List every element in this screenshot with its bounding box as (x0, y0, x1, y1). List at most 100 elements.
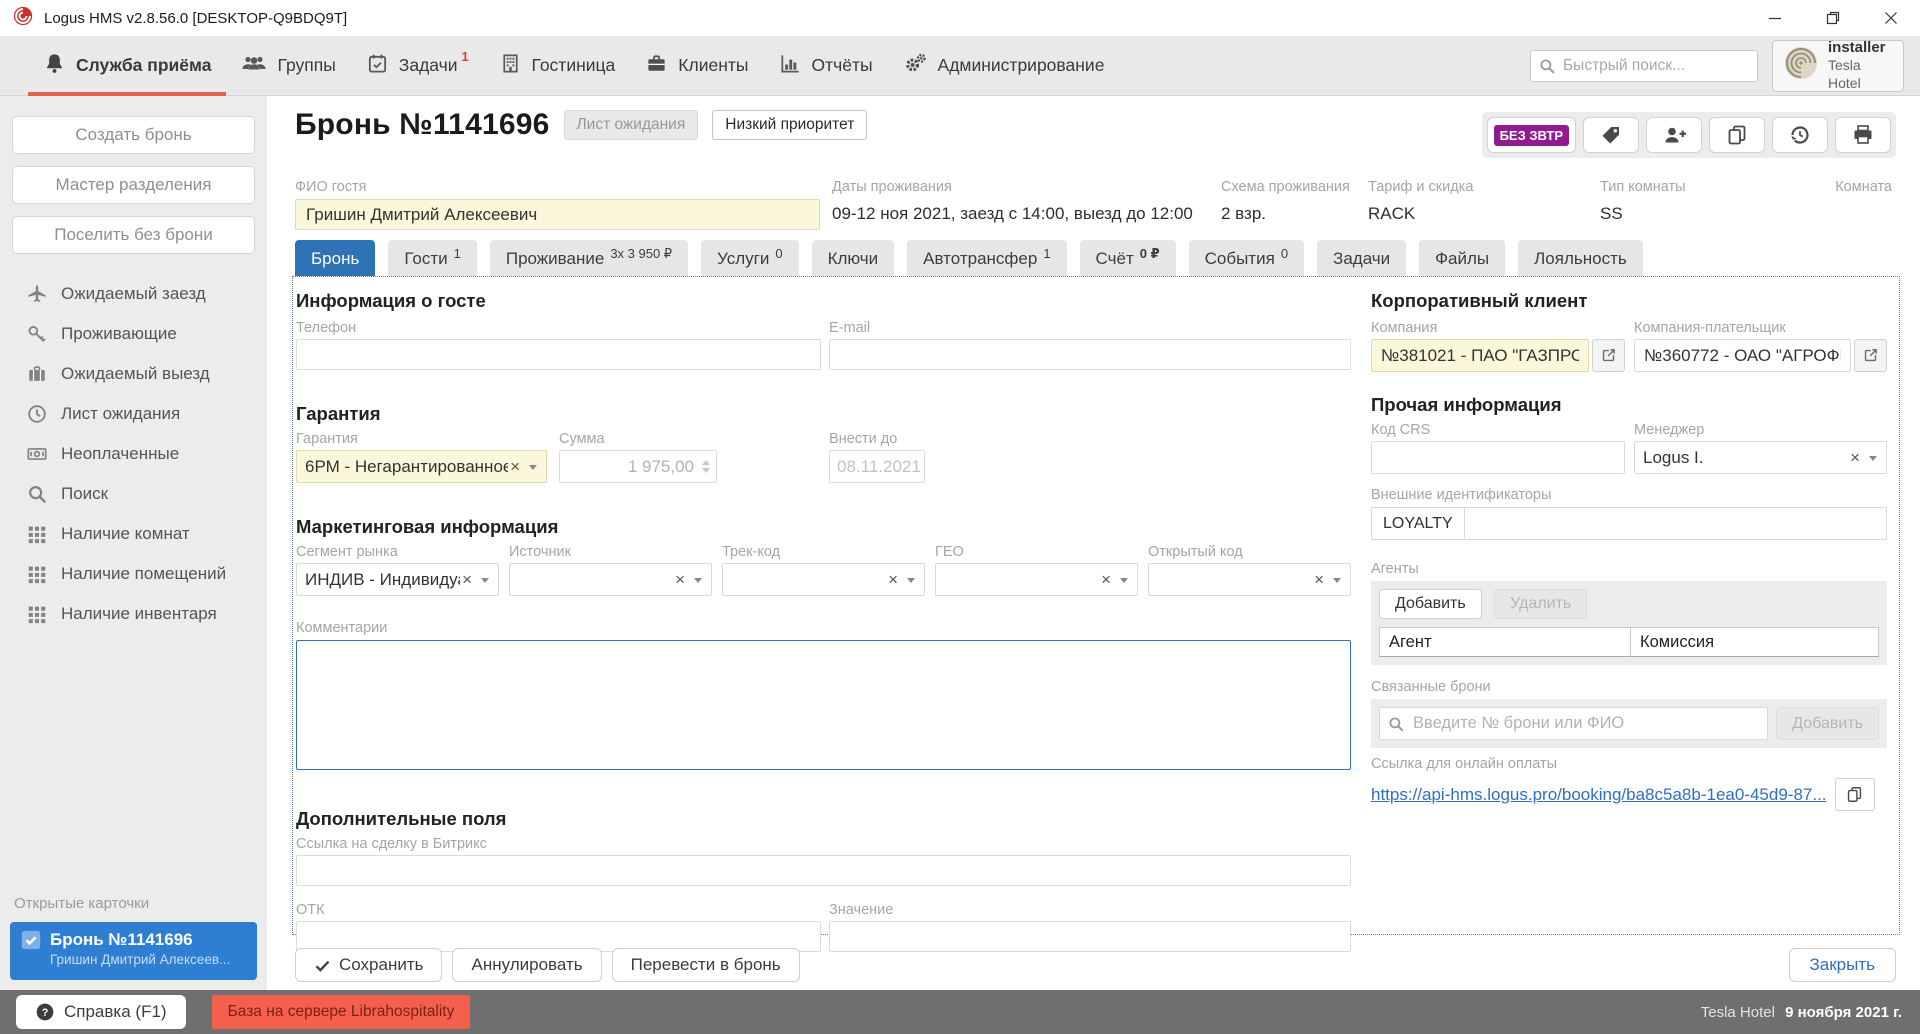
manager-label: Менеджер (1634, 422, 1887, 438)
nav-item-reports[interactable]: Отчёты (763, 36, 887, 96)
agents-col-commission: Комиссия (1630, 627, 1879, 657)
tab-services[interactable]: Услуги0 (701, 240, 799, 277)
close-icon[interactable] (1862, 0, 1920, 36)
add-guest-button[interactable] (1646, 117, 1702, 153)
nav-item-hotel[interactable]: Гостиница (484, 36, 631, 96)
nav-item-administration[interactable]: Администрирование (888, 36, 1120, 96)
sidebar-item-room-availability[interactable]: Наличие комнат (0, 514, 267, 554)
value-input[interactable] (829, 921, 1351, 952)
clear-icon[interactable]: × (460, 570, 474, 590)
open-code-select[interactable]: × (1148, 563, 1351, 596)
linked-add-button[interactable]: Добавить (1776, 707, 1879, 740)
action-bar: Сохранить Аннулировать Перевести в бронь (295, 948, 800, 982)
sidebar-item-waitlist[interactable]: Лист ожидания (0, 394, 267, 434)
agent-add-button[interactable]: Добавить (1379, 589, 1482, 619)
guest-name-input[interactable] (295, 199, 820, 230)
help-button[interactable]: ? Справка (F1) (16, 995, 186, 1029)
priority-badge[interactable]: Низкий приоритет (712, 110, 867, 140)
minimize-button[interactable] (1746, 0, 1804, 36)
nav-item-tasks[interactable]: Задачи 1 (351, 36, 484, 96)
open-payer-button[interactable] (1854, 339, 1887, 372)
external-ids-row: LOYALTY (1371, 507, 1887, 540)
bitrix-link-input[interactable] (296, 855, 1351, 886)
guarantee-type-select[interactable]: 6РМ - Негарантированное ( × (296, 450, 547, 483)
tab-events[interactable]: События0 (1189, 240, 1304, 277)
split-master-button[interactable]: Мастер разделения (12, 166, 255, 204)
database-server-button[interactable]: База на сервере Librahospitality (212, 995, 471, 1029)
stay-dates-label: Даты проживания (832, 179, 1193, 195)
clear-icon[interactable]: × (1312, 570, 1326, 590)
calendar-check-icon (366, 52, 389, 80)
sidebar-item-search[interactable]: Поиск (0, 474, 267, 514)
email-input[interactable] (829, 339, 1351, 370)
sidebar-item-expected-departure[interactable]: Ожидаемый выезд (0, 354, 267, 394)
tab-loyalty[interactable]: Лояльность (1518, 240, 1643, 277)
clear-icon[interactable]: × (1848, 448, 1862, 468)
loyalty-input[interactable] (1464, 507, 1887, 540)
chevron-down-icon (1869, 456, 1877, 461)
nav-item-front-desk[interactable]: Служба приёма (28, 36, 226, 96)
segment-select[interactable]: ИНДИВ - Индивидуа× (296, 563, 499, 596)
open-card-booking[interactable]: Бронь №1141696 Гришин Дмитрий Алексеев..… (10, 922, 257, 980)
agent-delete-button[interactable]: Удалить (1494, 589, 1587, 619)
tab-keys[interactable]: Ключи (812, 240, 895, 277)
waitlist-badge[interactable]: Лист ожидания (564, 110, 699, 140)
sidebar: Создать бронь Мастер разделения Поселить… (0, 96, 267, 990)
checkin-without-booking-button[interactable]: Поселить без брони (12, 216, 255, 254)
occupancy-label: Схема проживания (1221, 179, 1350, 195)
search-input[interactable] (1530, 50, 1758, 82)
company-input[interactable] (1371, 339, 1589, 372)
sidebar-item-unpaid[interactable]: Неоплаченные (0, 434, 267, 474)
manager-select[interactable]: Logus I.× (1634, 441, 1887, 474)
no-breakfast-button[interactable]: БЕЗ ЗВТР (1487, 117, 1576, 153)
phone-input[interactable] (296, 339, 821, 370)
check-icon (314, 957, 331, 974)
annul-button[interactable]: Аннулировать (452, 948, 601, 982)
nav-item-groups[interactable]: Группы (226, 36, 350, 96)
spinner-arrows (700, 460, 716, 473)
stay-dates-value: 09-12 ноя 2021, заезд с 14:00, выезд до … (832, 204, 1193, 224)
nav-item-clients[interactable]: Клиенты (630, 36, 763, 96)
history-button[interactable] (1772, 117, 1828, 153)
tab-stay[interactable]: Проживание3х 3 950 ₽ (490, 240, 688, 277)
sidebar-item-in-house[interactable]: Проживающие (0, 314, 267, 354)
grid-icon (26, 523, 48, 545)
payer-company-input[interactable] (1634, 339, 1851, 372)
tab-guests[interactable]: Гости1 (388, 240, 477, 277)
clear-icon[interactable]: × (886, 570, 900, 590)
clear-icon[interactable]: × (508, 457, 522, 477)
tab-invoice[interactable]: Счёт0 ₽ (1080, 240, 1176, 277)
save-button[interactable]: Сохранить (295, 948, 442, 982)
payment-link[interactable]: https://api-hms.logus.pro/booking/ba8c5a… (1371, 785, 1827, 805)
tab-files[interactable]: Файлы (1419, 240, 1505, 277)
clear-icon[interactable]: × (1099, 570, 1113, 590)
crs-code-input[interactable] (1371, 441, 1625, 474)
gears-icon (903, 52, 928, 80)
sidebar-item-expected-arrival[interactable]: Ожидаемый заезд (0, 274, 267, 314)
restore-button[interactable] (1804, 0, 1862, 36)
create-booking-button[interactable]: Создать бронь (12, 116, 255, 154)
convert-to-booking-button[interactable]: Перевести в бронь (612, 948, 800, 982)
statusbar-date: 9 ноября 2021 г. (1785, 1004, 1902, 1021)
briefcase-icon (645, 52, 668, 80)
open-card-subtitle: Гришин Дмитрий Алексеев... (50, 952, 247, 967)
tab-booking[interactable]: Бронь (295, 240, 375, 277)
tab-transfer[interactable]: Автотрансфер1 (907, 240, 1066, 277)
sidebar-item-inventory-availability[interactable]: Наличие инвентаря (0, 594, 267, 634)
close-button[interactable]: Закрыть (1789, 948, 1896, 982)
copy-link-button[interactable] (1835, 778, 1875, 811)
comments-textarea[interactable] (296, 640, 1351, 770)
quick-search (1530, 50, 1758, 82)
clear-icon[interactable]: × (673, 570, 687, 590)
print-button[interactable] (1835, 117, 1891, 153)
open-company-button[interactable] (1592, 339, 1625, 372)
source-select[interactable]: × (509, 563, 712, 596)
user-panel[interactable]: installer Tesla Hotel (1772, 40, 1904, 92)
geo-select[interactable]: × (935, 563, 1138, 596)
copy-booking-button[interactable] (1709, 117, 1765, 153)
tab-tasks[interactable]: Задачи (1317, 240, 1406, 277)
tags-button[interactable] (1583, 117, 1639, 153)
track-code-select[interactable]: × (722, 563, 925, 596)
sidebar-item-space-availability[interactable]: Наличие помещений (0, 554, 267, 594)
linked-booking-search-input[interactable] (1379, 707, 1768, 740)
